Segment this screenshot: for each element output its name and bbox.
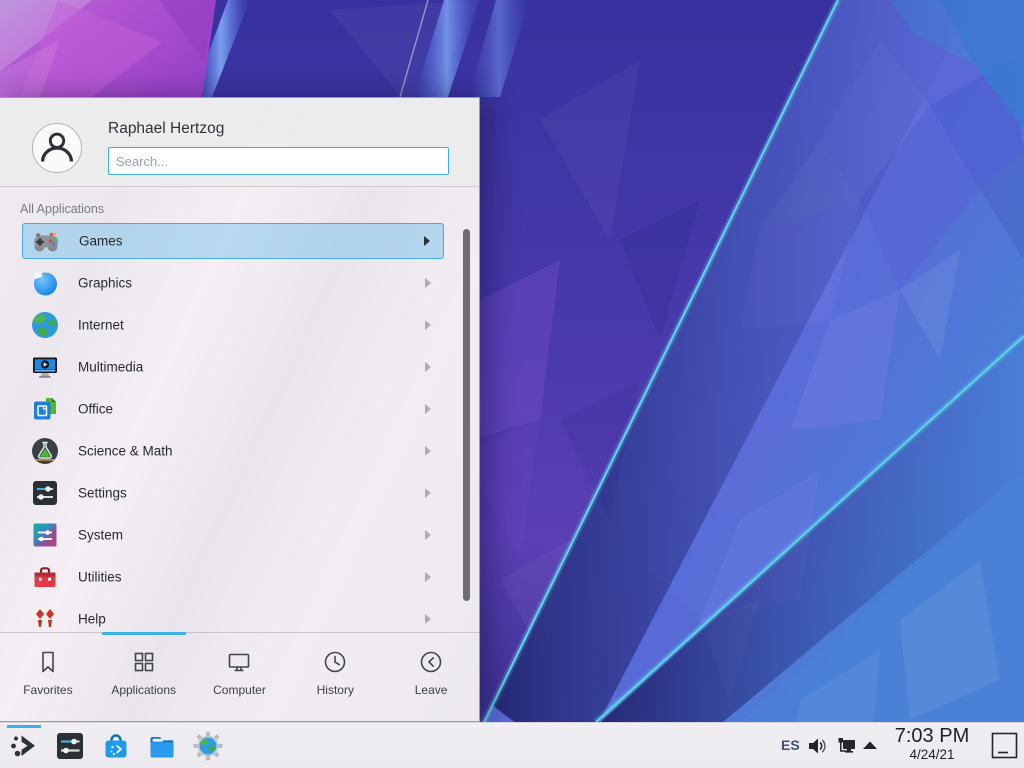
chevron-right-icon	[424, 614, 432, 624]
category-science-math[interactable]: Science & Math	[22, 433, 444, 469]
chevron-right-icon	[424, 488, 432, 498]
chevron-right-icon	[424, 362, 432, 372]
category-label: Office	[78, 402, 113, 417]
clock-icon	[321, 648, 349, 676]
category-label: Graphics	[78, 276, 132, 291]
bookmark-icon	[34, 648, 62, 676]
tab-favorites[interactable]: Favorites	[0, 633, 96, 721]
web-browser-launcher[interactable]	[192, 730, 224, 762]
chevron-right-icon	[424, 278, 432, 288]
chevron-right-icon	[424, 572, 432, 582]
chevron-right-icon	[424, 404, 432, 414]
user-name: Raphael Hertzog	[108, 120, 224, 138]
desktop: Raphael Hertzog All Applications Games	[0, 0, 1024, 768]
tab-computer[interactable]: Computer	[192, 633, 288, 721]
category-label: Settings	[78, 486, 127, 501]
section-label: All Applications	[20, 202, 104, 216]
graphics-icon	[29, 267, 61, 299]
category-label: Help	[78, 612, 106, 627]
category-label: Science & Math	[78, 444, 173, 459]
clock-date: 4/24/21	[889, 748, 975, 762]
monitor-icon	[225, 648, 253, 676]
clock-time: 7:03 PM	[889, 726, 975, 747]
category-system[interactable]: System	[22, 517, 444, 553]
category-label: Utilities	[78, 570, 122, 585]
discover-launcher[interactable]	[100, 730, 132, 762]
application-launcher-menu: Raphael Hertzog All Applications Games	[0, 97, 480, 722]
utilities-icon	[29, 561, 61, 593]
grid-icon	[130, 648, 158, 676]
office-icon	[29, 393, 61, 425]
leave-icon	[417, 648, 445, 676]
category-multimedia[interactable]: Multimedia	[22, 349, 444, 385]
category-list: Games Graphics	[0, 220, 480, 631]
category-label: System	[78, 528, 123, 543]
show-desktop-button[interactable]	[991, 732, 1018, 759]
file-manager-launcher[interactable]	[146, 730, 178, 762]
user-avatar[interactable]	[32, 123, 82, 173]
tab-leave[interactable]: Leave	[383, 633, 479, 721]
category-label: Multimedia	[78, 360, 143, 375]
taskbar-panel: ES	[0, 722, 1024, 768]
system-icon	[29, 519, 61, 551]
category-utilities[interactable]: Utilities	[22, 559, 444, 595]
volume-icon[interactable]	[806, 735, 828, 757]
digital-clock[interactable]: 7:03 PM 4/24/21	[889, 726, 975, 762]
chevron-right-icon	[424, 446, 432, 456]
category-office[interactable]: Office	[22, 391, 444, 427]
help-icon	[29, 603, 61, 631]
science-icon	[29, 435, 61, 467]
settings-icon	[29, 477, 61, 509]
category-games[interactable]: Games	[22, 223, 444, 259]
games-icon	[30, 225, 62, 257]
chevron-right-icon	[423, 236, 431, 246]
internet-icon	[29, 309, 61, 341]
category-graphics[interactable]: Graphics	[22, 265, 444, 301]
chevron-right-icon	[424, 320, 432, 330]
category-settings[interactable]: Settings	[22, 475, 444, 511]
category-label: Games	[79, 234, 123, 249]
launcher-header: Raphael Hertzog	[0, 98, 479, 187]
tab-applications[interactable]: Applications	[96, 633, 192, 721]
tab-history[interactable]: History	[287, 633, 383, 721]
expand-tray-caret-icon[interactable]	[861, 739, 883, 761]
category-help[interactable]: Help	[22, 601, 444, 631]
launcher-tabbar: Favorites Applications	[0, 632, 479, 721]
network-icon[interactable]	[836, 735, 858, 757]
category-label: Internet	[78, 318, 124, 333]
application-launcher-button[interactable]	[8, 730, 40, 762]
search-input[interactable]	[108, 147, 449, 175]
multimedia-icon	[29, 351, 61, 383]
launcher-active-indicator	[7, 725, 41, 728]
scrollbar[interactable]	[463, 229, 470, 601]
system-settings-launcher[interactable]	[54, 730, 86, 762]
keyboard-layout-indicator[interactable]: ES	[781, 737, 800, 753]
chevron-right-icon	[424, 530, 432, 540]
category-internet[interactable]: Internet	[22, 307, 444, 343]
